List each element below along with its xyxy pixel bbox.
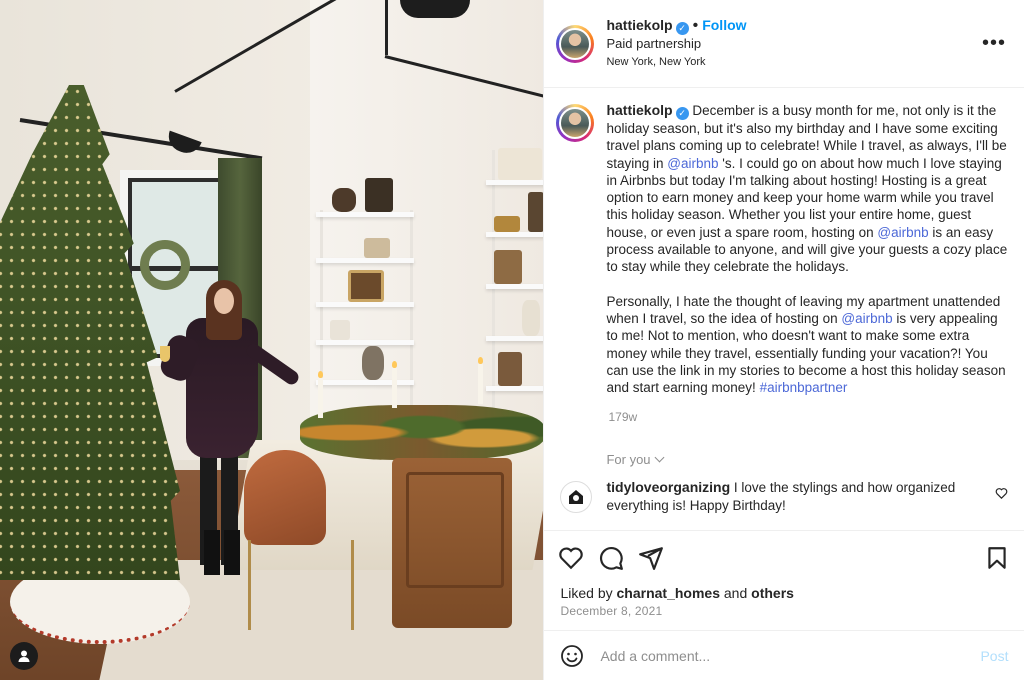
photo-lamp-stem bbox=[385, 0, 388, 55]
likes-middle: and bbox=[720, 585, 752, 601]
like-heart-icon[interactable] bbox=[558, 545, 584, 571]
comment-text: tidyloveorganizing I love the stylings a… bbox=[606, 479, 995, 514]
photo-candle bbox=[392, 361, 397, 408]
mention-link[interactable]: @airbnb bbox=[877, 225, 928, 240]
photo-frame bbox=[365, 178, 393, 212]
user-icon bbox=[18, 650, 30, 662]
comment-item: tidyloveorganizing I love the stylings a… bbox=[556, 479, 1008, 514]
author-username[interactable]: hattiekolp bbox=[606, 17, 672, 33]
photo-books bbox=[498, 352, 522, 386]
follow-button[interactable]: Follow bbox=[702, 17, 746, 33]
photo-lamp-shade bbox=[400, 0, 470, 18]
post-photo[interactable] bbox=[0, 0, 544, 680]
photo-chair-left-legs bbox=[248, 540, 354, 630]
hashtag-link[interactable]: #airbnbpartner bbox=[760, 380, 848, 395]
brand-logo-icon bbox=[569, 490, 584, 505]
tagged-users-button[interactable] bbox=[10, 642, 38, 670]
photo-vase bbox=[332, 188, 356, 212]
for-you-toggle[interactable]: For you bbox=[606, 452, 1008, 467]
caption-username[interactable]: hattiekolp bbox=[606, 102, 672, 118]
photo-shelf bbox=[486, 386, 544, 391]
caption-text: hattiekolp ✓ December is a busy month for… bbox=[606, 102, 1008, 413]
save-bookmark-icon[interactable] bbox=[984, 545, 1010, 571]
photo-shelf bbox=[486, 232, 544, 237]
photo-candle bbox=[318, 371, 323, 418]
caption-avatar-ring[interactable] bbox=[556, 104, 595, 142]
avatar bbox=[559, 107, 592, 139]
likes-prefix: Liked by bbox=[560, 585, 617, 601]
header-text: hattiekolp ✓ • Follow Paid partnership New … bbox=[606, 16, 978, 71]
likes-summary: Liked by charnat_homes and others bbox=[544, 584, 1024, 602]
photo-jar bbox=[330, 320, 350, 340]
photo-shelf bbox=[486, 336, 544, 341]
likes-others-link[interactable]: others bbox=[751, 585, 794, 601]
chevron-down-icon bbox=[654, 453, 664, 463]
comments-scroll-area[interactable]: hattiekolp ✓ December is a busy month for… bbox=[544, 88, 1024, 530]
verified-badge-icon: ✓ bbox=[675, 22, 689, 35]
comment-bubble-icon[interactable] bbox=[598, 545, 624, 571]
for-you-label: For you bbox=[606, 452, 651, 468]
commenter-username[interactable]: tidyloveorganizing bbox=[606, 479, 730, 495]
photo-jar bbox=[522, 300, 540, 336]
add-comment-input[interactable] bbox=[598, 646, 981, 665]
post-details-panel: hattiekolp ✓ • Follow Paid partnership New … bbox=[543, 0, 1024, 680]
more-options-button[interactable]: ••• bbox=[978, 28, 1010, 59]
emoji-icon[interactable] bbox=[560, 644, 584, 668]
commenter-avatar[interactable] bbox=[560, 481, 593, 514]
photo-person-face bbox=[214, 288, 234, 314]
photo-magnolia-garland bbox=[300, 405, 544, 460]
paid-partnership-label[interactable]: Paid partnership bbox=[606, 35, 978, 53]
photo-frame bbox=[528, 192, 544, 232]
instagram-post-modal: hattiekolp ✓ • Follow Paid partnership New … bbox=[0, 0, 1024, 680]
location-link[interactable]: New York, New York bbox=[606, 53, 978, 71]
photo-wreath bbox=[140, 240, 190, 290]
header-separator: • bbox=[692, 17, 699, 34]
photo-books bbox=[498, 148, 542, 180]
liker-username[interactable]: charnat_homes bbox=[617, 585, 720, 601]
photo-box bbox=[364, 238, 390, 258]
photo-chair-left bbox=[244, 450, 326, 545]
comment-like-heart-icon[interactable] bbox=[995, 487, 1008, 500]
add-comment-bar: Post bbox=[544, 630, 1024, 680]
post-header: hattiekolp ✓ • Follow Paid partnership New … bbox=[544, 0, 1024, 88]
photo-wine-glass bbox=[160, 346, 170, 362]
photo-shelf bbox=[316, 380, 414, 385]
share-paper-plane-icon[interactable] bbox=[638, 545, 664, 571]
photo-chair-right bbox=[392, 458, 512, 628]
photo-candle bbox=[478, 357, 483, 404]
verified-badge-icon: ✓ bbox=[675, 107, 689, 120]
mention-link[interactable]: @airbnb bbox=[841, 311, 892, 326]
photo-shelf bbox=[486, 284, 544, 289]
photo-shelf bbox=[486, 180, 544, 185]
photo-books bbox=[494, 250, 522, 284]
photo-shelf bbox=[316, 302, 414, 307]
photo-frame bbox=[348, 270, 384, 302]
post-comment-button[interactable]: Post bbox=[980, 648, 1008, 664]
photo-shelf bbox=[316, 258, 414, 263]
post-actions-bar bbox=[544, 530, 1024, 584]
photo-box bbox=[494, 216, 520, 232]
post-date[interactable]: December 8, 2021 bbox=[544, 602, 1024, 618]
photo-person-boots bbox=[204, 530, 240, 575]
avatar bbox=[559, 27, 592, 60]
photo-shelf bbox=[316, 340, 414, 345]
caption-row: hattiekolp ✓ December is a busy month for… bbox=[556, 102, 1008, 413]
photo-shelf bbox=[316, 212, 414, 217]
author-avatar-ring[interactable] bbox=[556, 24, 595, 63]
photo-vase bbox=[362, 346, 384, 380]
mention-link[interactable]: @airbnb bbox=[667, 156, 718, 171]
